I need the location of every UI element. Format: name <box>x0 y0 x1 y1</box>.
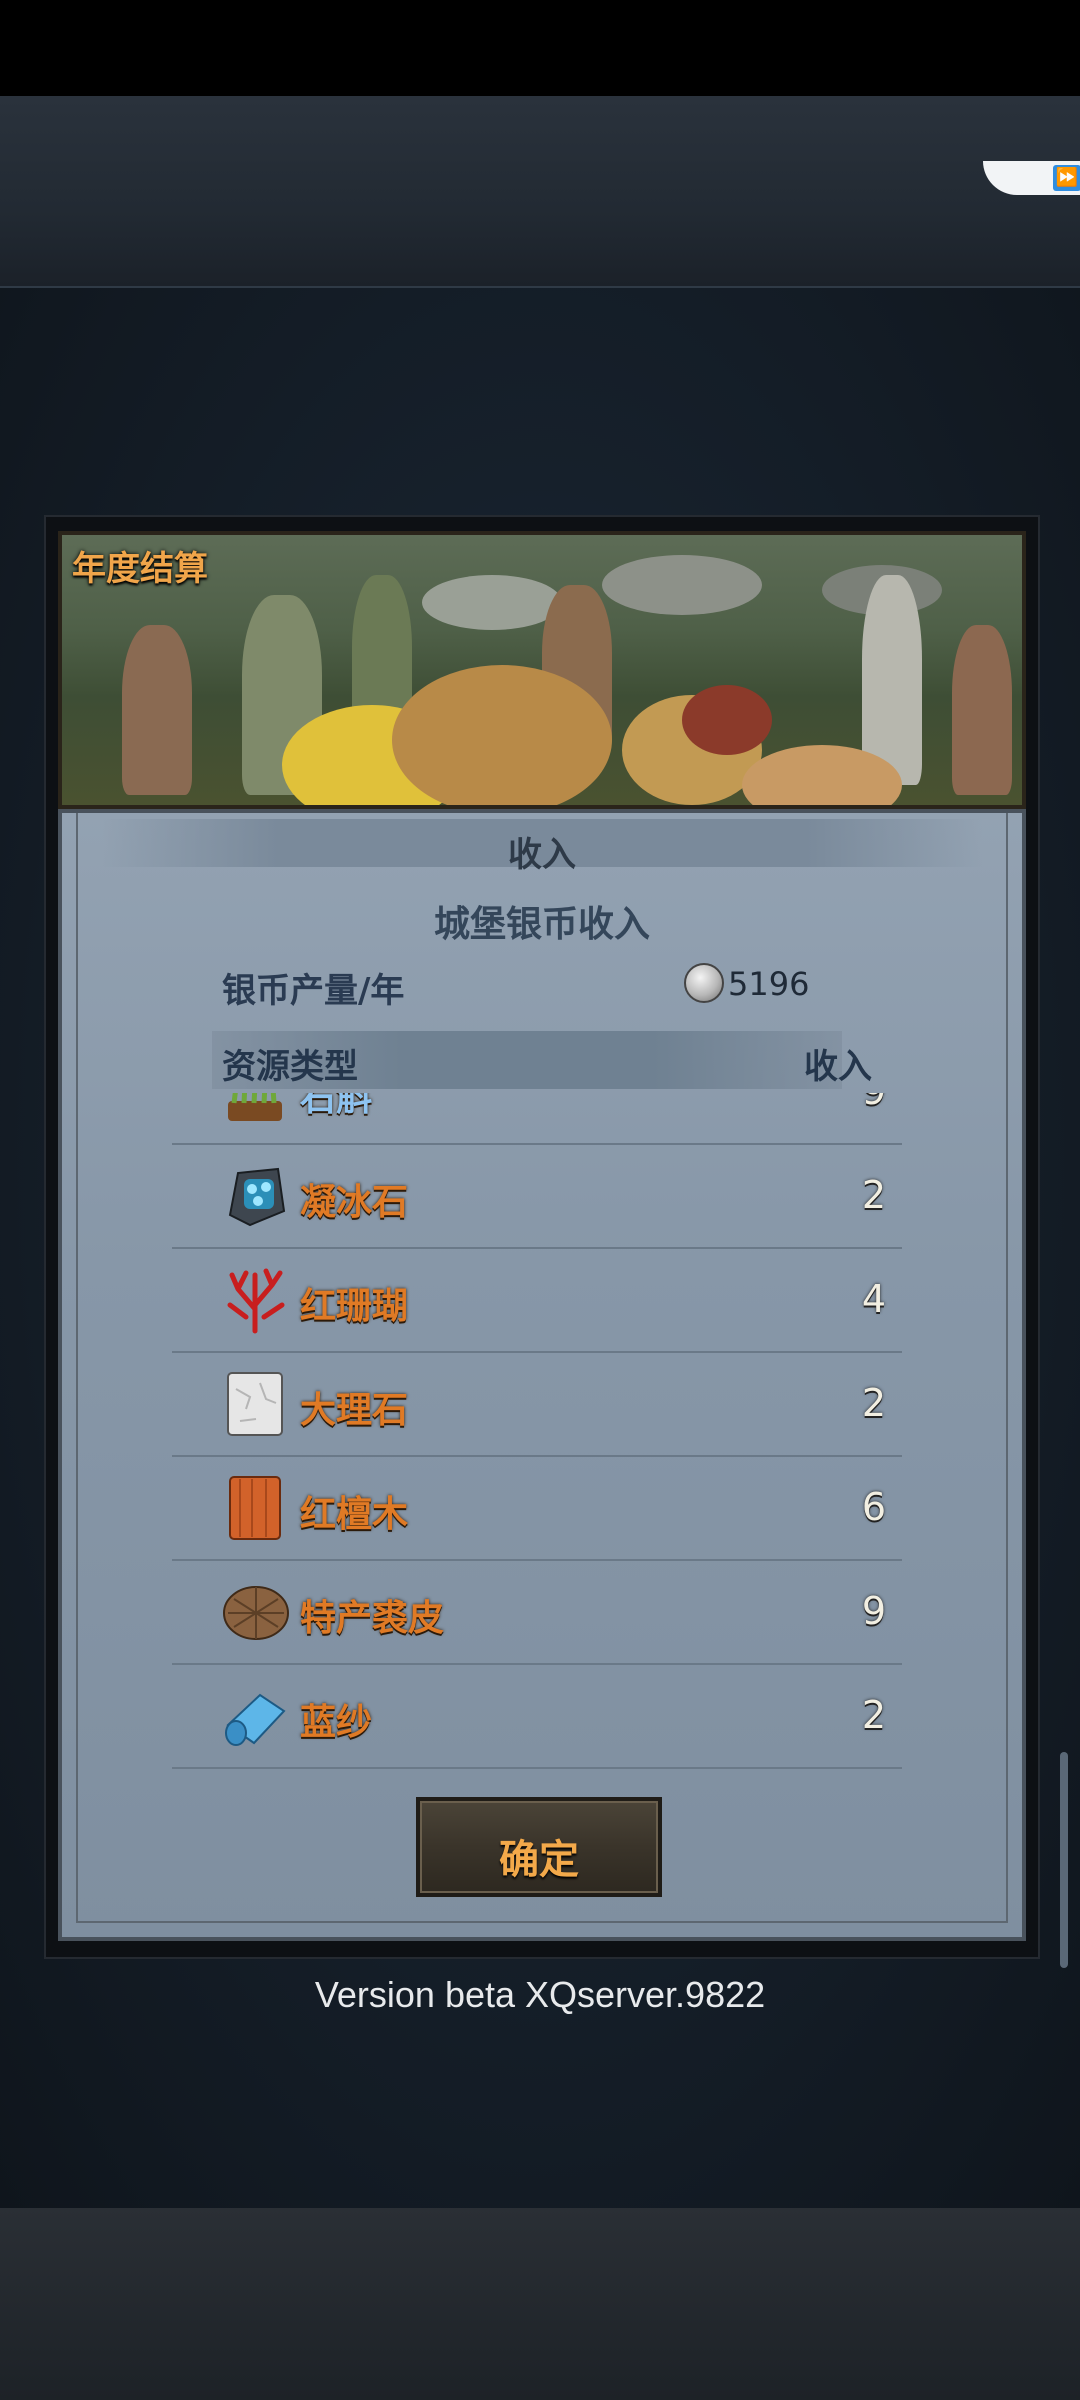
version-text: Version beta XQserver.9822 <box>314 1974 766 2015</box>
silver-output-label: 银币产量/年 <box>222 971 405 1011</box>
confirm-button-label: 确定 <box>499 1837 579 1883</box>
marble-icon <box>227 1372 283 1436</box>
frozen-stone-icon <box>228 1167 286 1227</box>
dendrobium-icon <box>228 1093 282 1121</box>
bottom-background <box>0 2208 1080 2400</box>
top-banner-background <box>0 96 1080 288</box>
harvest-illustration: 年度结算 <box>58 531 1026 809</box>
resource-list[interactable]: 石斛 9 凝冰石 2 红珊瑚 4 <box>172 1093 902 1773</box>
confirm-button[interactable]: 确定 <box>416 1797 662 1897</box>
list-item: 红珊瑚 4 <box>172 1247 902 1353</box>
list-item: 凝冰石 2 <box>172 1143 902 1249</box>
section-title: 收入 <box>508 835 576 875</box>
annual-settlement-dialog: 年度结算 收入 城堡银币收入 银币产量/年 5196 资源类型 收入 石斛 9 <box>44 515 1040 1959</box>
list-item: 蓝纱 2 <box>172 1663 902 1769</box>
castle-silver-income-title: 城堡银币收入 <box>433 904 650 945</box>
silver-output-value: 5196 <box>728 965 810 1003</box>
column-header-type: 资源类型 <box>222 1047 358 1087</box>
red-sandalwood-icon <box>229 1476 281 1540</box>
list-item: 大理石 2 <box>172 1351 902 1457</box>
income-panel: 收入 城堡银币收入 银币产量/年 5196 资源类型 收入 石斛 9 <box>58 809 1026 1941</box>
blue-gauze-icon <box>225 1693 286 1746</box>
dialog-title: 年度结算 <box>72 549 208 589</box>
list-item: 红檀木 6 <box>172 1455 902 1561</box>
silver-coin-icon <box>684 963 724 1003</box>
list-item: 特产裘皮 9 <box>172 1559 902 1665</box>
fast-forward-icon: ⏩ <box>1053 165 1080 191</box>
scrollbar[interactable] <box>1060 1752 1068 1968</box>
list-item: 石斛 9 <box>172 1093 902 1145</box>
column-header-income: 收入 <box>804 1047 872 1087</box>
red-coral-icon <box>227 1268 285 1334</box>
fur-icon <box>223 1586 289 1640</box>
status-bar-area <box>0 0 1080 96</box>
